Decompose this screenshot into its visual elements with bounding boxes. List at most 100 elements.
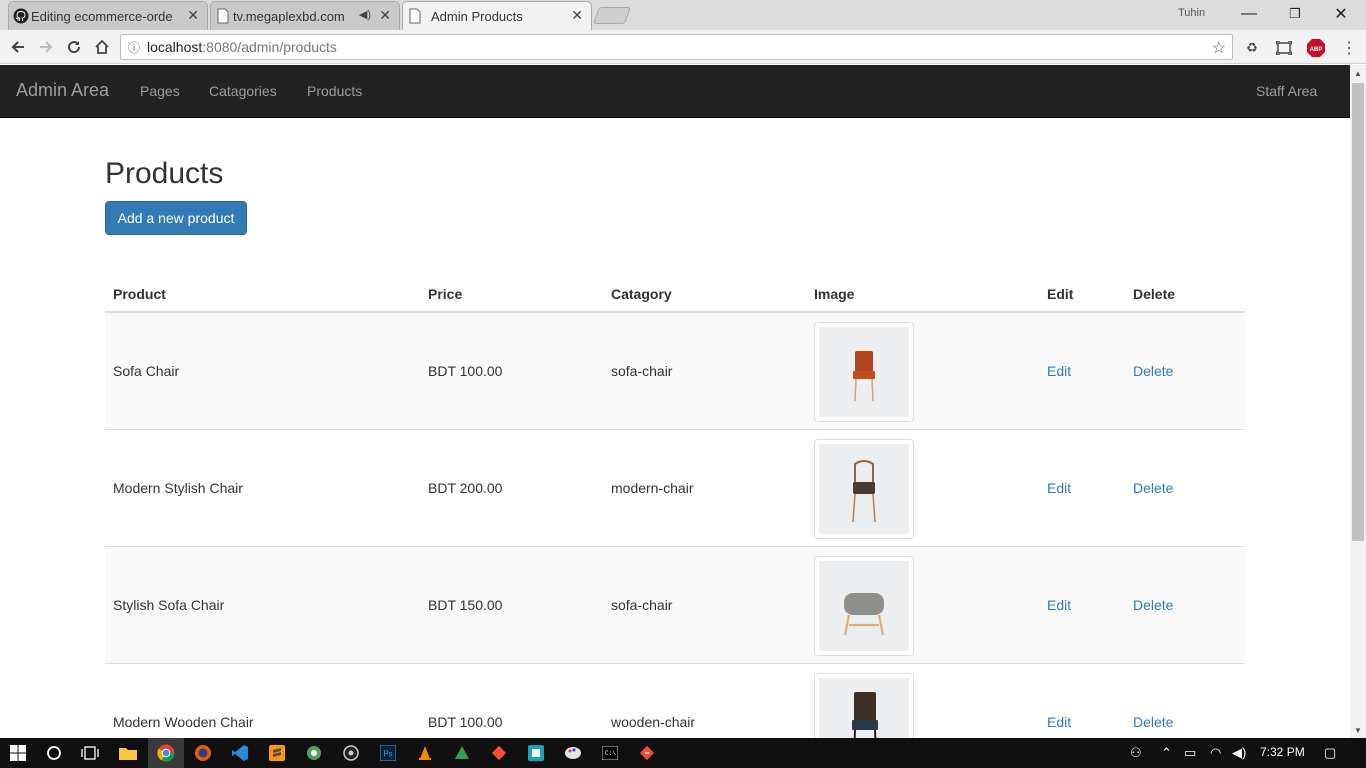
info-icon[interactable]: ⓘ	[121, 39, 147, 56]
products-table: Product Price Catagory Image Edit Delete…	[105, 273, 1245, 738]
header-price: Price	[428, 286, 463, 302]
product-thumbnail	[814, 439, 914, 539]
paint-icon[interactable]	[555, 738, 591, 768]
browser-toolbar: ⓘ localhost :8080/admin/products ☆ ♻ ABP…	[0, 30, 1366, 64]
nav-link-categories[interactable]: Catagories	[209, 83, 277, 99]
file-explorer-icon[interactable]	[110, 738, 146, 768]
nav-link-products[interactable]: Products	[307, 83, 362, 99]
page-viewport: Admin Area Pages Catagories Products Sta…	[0, 65, 1350, 738]
tab-title: Admin Products	[431, 8, 523, 24]
green-app-icon[interactable]	[296, 738, 332, 768]
home-button[interactable]	[90, 35, 114, 59]
tab-admin-products[interactable]: Admin Products ✕	[402, 1, 592, 30]
git-bash-icon[interactable]	[629, 738, 665, 768]
header-edit: Edit	[1047, 286, 1074, 302]
taskbar-clock[interactable]: 7:32 PM	[1260, 745, 1305, 759]
table-row: Sofa Chair BDT 100.00 sofa-chair Edit De…	[105, 313, 1245, 430]
battery-icon[interactable]: ▭	[1184, 745, 1196, 761]
page-title: Products	[105, 157, 224, 190]
nav-link-pages[interactable]: Pages	[140, 83, 180, 99]
product-name: Sofa Chair	[113, 363, 180, 379]
profile-name[interactable]: Tuhin	[1172, 5, 1211, 21]
windows-taskbar: Ps C:\ ⚇ ⌃ ▭ ◠ ◀) 7:32 PM ▢	[0, 738, 1366, 768]
edit-link[interactable]: Edit	[1047, 363, 1071, 379]
nav-link-staff-area[interactable]: Staff Area	[1256, 83, 1317, 99]
page-scrollbar[interactable]: ▲ ▼	[1350, 65, 1366, 738]
browser-tab-strip: Editing ecommerce-orde ✕ tv.megaplexbd.c…	[0, 0, 1366, 30]
add-product-button[interactable]: Add a new product	[105, 201, 247, 235]
speaker-icon[interactable]: ◀)	[359, 8, 371, 21]
delete-link[interactable]: Delete	[1133, 597, 1173, 613]
notifications-icon[interactable]: ▢	[1324, 745, 1336, 761]
tab-close-icon[interactable]: ✕	[379, 7, 391, 24]
product-thumbnail	[814, 322, 914, 422]
product-name: Modern Wooden Chair	[113, 714, 254, 730]
tab-close-icon[interactable]: ✕	[571, 7, 583, 24]
delete-link[interactable]: Delete	[1133, 714, 1173, 730]
github-icon	[13, 8, 29, 24]
delete-link[interactable]: Delete	[1133, 363, 1173, 379]
close-window-icon[interactable]: ✕	[1326, 3, 1356, 25]
sublime-text-icon[interactable]	[259, 738, 295, 768]
cmd-icon[interactable]: C:\	[592, 738, 628, 768]
product-category: sofa-chair	[611, 597, 673, 613]
screen-capture-icon[interactable]	[1275, 39, 1293, 57]
photoshop-icon[interactable]: Ps	[370, 738, 406, 768]
wifi-icon[interactable]: ◠	[1210, 745, 1221, 761]
edit-link[interactable]: Edit	[1047, 714, 1071, 730]
forward-button[interactable]	[34, 35, 58, 59]
vlc-icon[interactable]	[407, 738, 443, 768]
tab-megaplex[interactable]: tv.megaplexbd.com ◀) ✕	[210, 1, 400, 30]
chrome-taskbar-icon[interactable]	[148, 738, 184, 768]
tab-title: Editing ecommerce-orde	[31, 8, 173, 24]
firefox-icon[interactable]	[185, 738, 221, 768]
product-thumbnail	[814, 556, 914, 656]
people-icon[interactable]: ⚇	[1130, 745, 1142, 761]
product-name: Stylish Sofa Chair	[113, 597, 225, 613]
bookmark-star-icon[interactable]: ☆	[1212, 38, 1226, 58]
scroll-up-icon[interactable]: ▲	[1350, 65, 1366, 81]
navbar-brand[interactable]: Admin Area	[16, 80, 109, 101]
recycle-extension-icon[interactable]: ♻	[1243, 39, 1261, 57]
green-triangle-app-icon[interactable]	[444, 738, 480, 768]
chrome-menu-icon[interactable]: ⋮	[1340, 39, 1358, 57]
dark-chair-image	[819, 678, 909, 738]
obs-icon[interactable]	[333, 738, 369, 768]
product-category: sofa-chair	[611, 363, 673, 379]
git-kraken-icon[interactable]	[481, 738, 517, 768]
table-row: Stylish Sofa Chair BDT 150.00 sofa-chair…	[105, 547, 1245, 664]
scrollbar-thumb[interactable]	[1352, 83, 1364, 541]
task-view-icon[interactable]	[72, 738, 108, 768]
header-category: Catagory	[611, 286, 672, 302]
arrow-right-icon	[40, 41, 53, 53]
cortana-search-icon[interactable]	[36, 738, 72, 768]
grey-stool-image	[819, 561, 909, 651]
product-price: BDT 100.00	[428, 714, 503, 730]
svg-text:C:\: C:\	[605, 750, 616, 757]
chevron-up-icon[interactable]: ⌃	[1161, 745, 1172, 761]
delete-link[interactable]: Delete	[1133, 480, 1173, 496]
tab-github[interactable]: Editing ecommerce-orde ✕	[8, 1, 208, 30]
scroll-down-icon[interactable]: ▼	[1350, 722, 1366, 738]
header-delete: Delete	[1133, 286, 1176, 302]
reload-button[interactable]	[62, 35, 86, 59]
url-host: localhost	[147, 39, 203, 55]
product-thumbnail	[814, 673, 914, 738]
volume-icon[interactable]: ◀)	[1232, 745, 1246, 761]
edit-link[interactable]: Edit	[1047, 597, 1071, 613]
vscode-icon[interactable]	[222, 738, 258, 768]
product-price: BDT 150.00	[428, 597, 503, 613]
tab-close-icon[interactable]: ✕	[187, 7, 199, 24]
new-tab-button[interactable]	[592, 7, 632, 24]
product-name: Modern Stylish Chair	[113, 480, 243, 496]
terminal-app-icon[interactable]	[518, 738, 554, 768]
page-icon	[217, 8, 229, 24]
restore-icon[interactable]: ❐	[1280, 3, 1310, 25]
admin-navbar: Admin Area Pages Catagories Products Sta…	[0, 65, 1350, 118]
back-button[interactable]	[6, 35, 30, 59]
minimize-icon[interactable]: —	[1234, 3, 1264, 25]
adblock-plus-icon[interactable]: ABP	[1307, 39, 1325, 57]
address-bar[interactable]: ⓘ localhost :8080/admin/products ☆	[120, 34, 1233, 60]
windows-start-icon[interactable]	[0, 738, 36, 768]
edit-link[interactable]: Edit	[1047, 480, 1071, 496]
